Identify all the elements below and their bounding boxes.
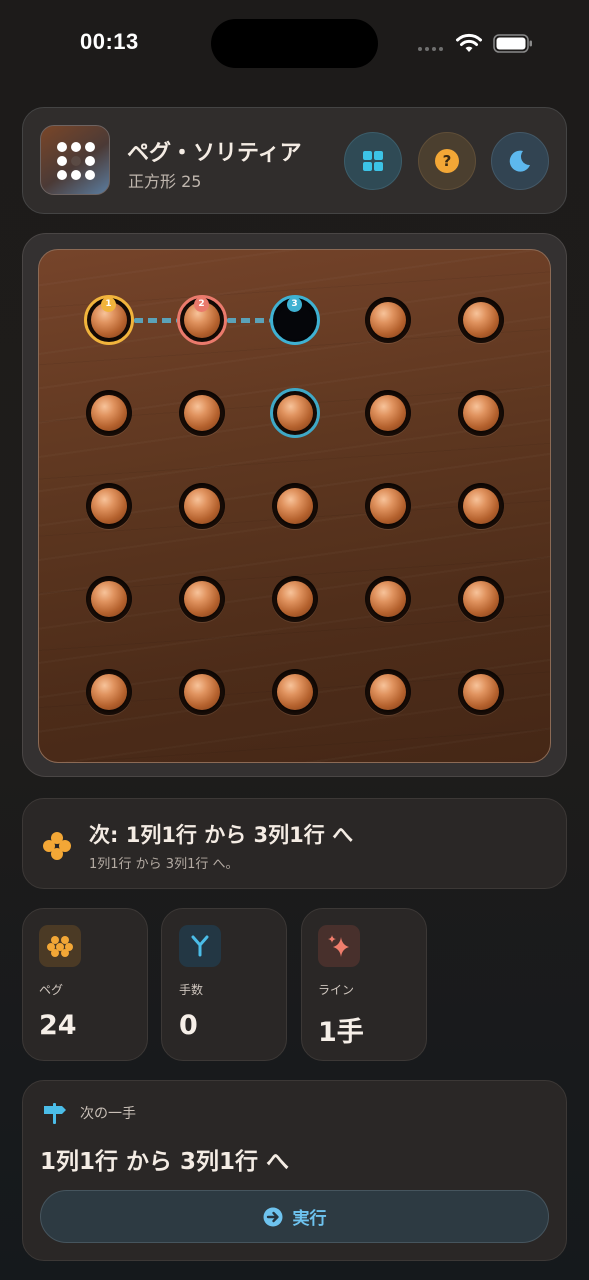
peg[interactable] xyxy=(277,674,313,710)
moon-icon xyxy=(509,150,530,172)
stat-value-line: 1手 xyxy=(318,1017,364,1048)
stat-icon-box xyxy=(39,925,81,967)
peg[interactable] xyxy=(91,488,127,524)
status-time: 00:13 xyxy=(80,29,139,54)
help-question-mark: ? xyxy=(443,152,452,170)
stat-icon-box xyxy=(318,925,360,967)
peg[interactable] xyxy=(184,581,220,617)
board-select-button[interactable] xyxy=(344,132,402,190)
game-board: 1 2 3 xyxy=(38,249,551,763)
peg[interactable] xyxy=(463,488,499,524)
stat-label-moves: 手数 xyxy=(179,983,204,997)
help-button[interactable]: ? xyxy=(418,132,476,190)
stat-label-pegs: ペグ xyxy=(39,983,64,997)
next-move-text: 1列1行 から 3列1行 へ xyxy=(40,1149,290,1175)
step-badge: 2 xyxy=(194,297,209,312)
stat-value-moves: 0 xyxy=(179,1010,198,1041)
execute-button-label: 実行 xyxy=(292,1209,327,1229)
peg[interactable] xyxy=(370,395,406,431)
dynamic-island xyxy=(211,19,378,68)
next-move-label: 次の一手 xyxy=(80,1106,136,1122)
peg[interactable] xyxy=(370,488,406,524)
peg[interactable] xyxy=(370,581,406,617)
peg[interactable] xyxy=(277,488,313,524)
peg[interactable] xyxy=(370,674,406,710)
app-icon xyxy=(40,125,110,195)
stat-icon-box xyxy=(179,925,221,967)
hint-title: 次: 1列1行 から 3列1行 へ xyxy=(89,823,354,847)
move-path-segment xyxy=(227,318,270,323)
move-path-segment xyxy=(134,318,177,323)
peg[interactable] xyxy=(463,395,499,431)
peg[interactable] xyxy=(370,302,406,338)
stat-label-line: ライン xyxy=(318,983,355,997)
peg[interactable] xyxy=(184,488,220,524)
execute-button[interactable]: 実行 xyxy=(40,1190,549,1243)
peg[interactable] xyxy=(184,395,220,431)
peg[interactable] xyxy=(463,674,499,710)
peg[interactable] xyxy=(463,581,499,617)
peg[interactable] xyxy=(91,581,127,617)
signal-icon xyxy=(418,47,443,51)
peg[interactable] xyxy=(463,302,499,338)
sparkle-icon xyxy=(328,935,349,957)
app-title: ペグ・ソリティア xyxy=(127,141,302,166)
peg[interactable] xyxy=(91,674,127,710)
peg[interactable] xyxy=(184,674,220,710)
grid-icon xyxy=(363,151,383,171)
hint-subtitle: 1列1行 から 3列1行 へ。 xyxy=(89,857,239,872)
highlight-ring xyxy=(270,388,320,438)
stat-value-pegs: 24 xyxy=(39,1010,77,1041)
pegs-icon xyxy=(47,936,73,957)
branch-icon xyxy=(191,935,209,957)
question-icon: ? xyxy=(435,149,459,173)
board-name: 正方形 25 xyxy=(128,172,202,191)
arrow-circle-icon xyxy=(263,1207,282,1226)
battery-icon xyxy=(493,34,532,53)
signpost-icon xyxy=(44,1103,66,1124)
peg[interactable] xyxy=(277,581,313,617)
step-badge: 3 xyxy=(287,297,302,312)
theme-button[interactable] xyxy=(491,132,549,190)
peg[interactable] xyxy=(91,395,127,431)
step-badge: 1 xyxy=(101,297,116,312)
pegs-cluster-icon xyxy=(43,832,71,860)
wifi-icon xyxy=(456,33,482,52)
